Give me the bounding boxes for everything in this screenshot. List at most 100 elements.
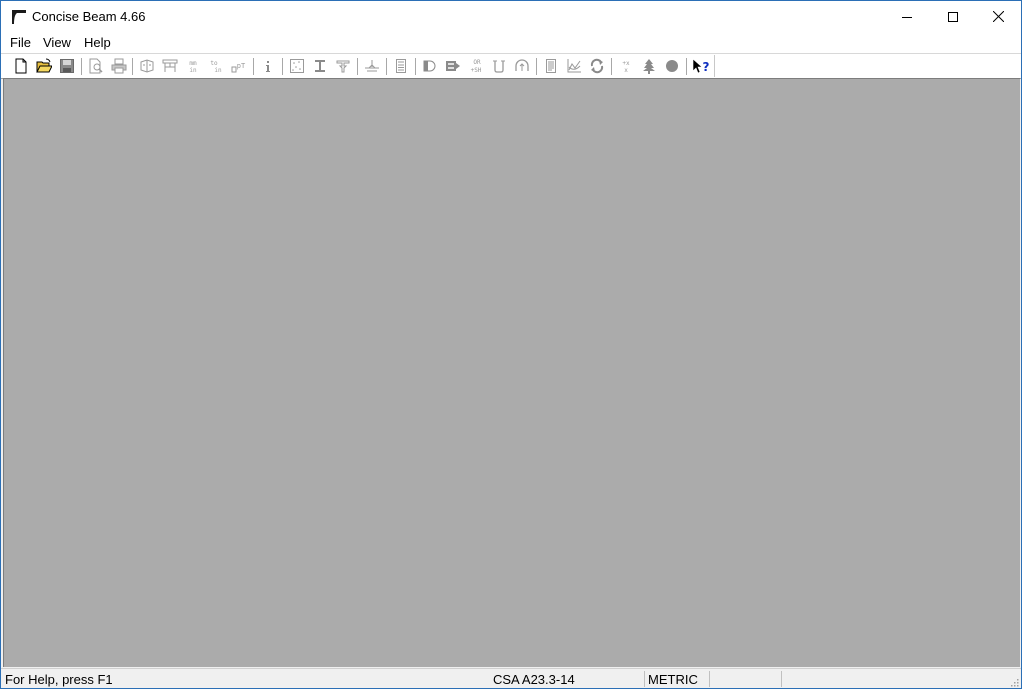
- graph-icon: [567, 59, 581, 73]
- cross-button[interactable]: +x x: [616, 56, 636, 76]
- maximize-button[interactable]: [930, 1, 976, 32]
- toolbar-separator: [611, 58, 612, 75]
- report-button[interactable]: [541, 56, 561, 76]
- menu-bar: File View Help: [1, 32, 1021, 53]
- svg-text:to: to: [210, 60, 218, 67]
- status-pane-5: [785, 671, 1005, 688]
- i-beam-button[interactable]: [310, 56, 330, 76]
- print-preview-icon: [89, 58, 103, 74]
- to-in-convert-button[interactable]: to in: [206, 56, 226, 76]
- graph-button[interactable]: [564, 56, 584, 76]
- text-size-icon: pT: [231, 62, 246, 73]
- open-folder-icon: [36, 58, 52, 73]
- app-window: Concise Beam 4.66 File View Help mm in t…: [0, 0, 1022, 689]
- context-help-button[interactable]: ?: [691, 56, 711, 76]
- save-disk-icon: [60, 59, 74, 73]
- or-sh-button[interactable]: OR +SH: [466, 56, 486, 76]
- refresh-icon: [590, 58, 604, 74]
- circle-button[interactable]: [662, 56, 682, 76]
- svg-text:in: in: [214, 67, 222, 74]
- help-question-mark: ?: [703, 60, 710, 74]
- cross-icon: +x x: [622, 60, 630, 74]
- maximize-icon: [948, 11, 958, 22]
- status-design-code: CSA A23.3-14: [493, 672, 575, 687]
- moment-icon: [423, 60, 436, 72]
- stirrup-button[interactable]: [489, 56, 509, 76]
- span-table-button[interactable]: [160, 56, 180, 76]
- refresh-button[interactable]: [587, 56, 607, 76]
- toolbar-separator: [282, 58, 283, 75]
- status-divider: [709, 671, 710, 687]
- svg-text:mm: mm: [189, 60, 197, 67]
- toolbar-separator: [132, 58, 133, 75]
- menu-file[interactable]: File: [9, 34, 32, 51]
- shear-button[interactable]: [443, 56, 463, 76]
- toolbar-separator: [357, 58, 358, 75]
- resize-grip-icon[interactable]: [1009, 677, 1019, 687]
- status-divider: [781, 671, 782, 687]
- context-help-icon: ?: [692, 58, 710, 74]
- to-in-convert-icon: to in: [210, 60, 222, 74]
- print-icon: [111, 58, 127, 74]
- svg-text:x: x: [624, 67, 628, 74]
- tree-icon: [643, 59, 655, 74]
- app-logo-icon: [12, 10, 26, 24]
- or-sh-icon: OR +SH: [471, 59, 482, 74]
- print-button[interactable]: [109, 56, 129, 76]
- menu-help[interactable]: Help: [83, 34, 112, 51]
- toolbar-separator: [253, 58, 254, 75]
- shear-icon: [446, 61, 460, 71]
- toolbar-separator: [415, 58, 416, 75]
- beam-geometry-icon: [140, 59, 154, 73]
- support-icon: [365, 60, 379, 72]
- minimize-icon: [902, 16, 912, 18]
- circle-icon: [666, 60, 678, 72]
- title-bar[interactable]: Concise Beam 4.66: [1, 1, 1021, 32]
- svg-text:pT: pT: [237, 62, 246, 70]
- status-units: METRIC: [648, 672, 698, 687]
- mm-in-units-button[interactable]: mm in: [183, 56, 203, 76]
- toolbar: mm in to in pT OR +SH +x x ?: [1, 53, 1021, 79]
- menu-view[interactable]: View: [42, 34, 72, 51]
- info-icon: [266, 61, 270, 72]
- status-help-text: For Help, press F1: [5, 672, 113, 687]
- status-bar: For Help, press F1 CSA A23.3-14 METRIC: [1, 668, 1021, 688]
- report-icon: [546, 59, 556, 73]
- stirrup-icon: [493, 60, 505, 73]
- t-beam-icon: [336, 60, 350, 73]
- print-preview-button[interactable]: [86, 56, 106, 76]
- minimize-button[interactable]: [884, 1, 930, 32]
- i-beam-icon: [315, 60, 325, 72]
- toolbar-separator: [686, 58, 687, 75]
- deflection-icon: [515, 59, 529, 71]
- mm-in-units-icon: mm in: [189, 60, 197, 74]
- toolbar-separator: [536, 58, 537, 75]
- toolbar-separator: [386, 58, 387, 75]
- calculator-button[interactable]: [391, 56, 411, 76]
- tree-button[interactable]: [639, 56, 659, 76]
- close-button[interactable]: [975, 1, 1021, 32]
- open-button[interactable]: [34, 56, 54, 76]
- span-table-icon: [162, 59, 178, 72]
- support-button[interactable]: [362, 56, 382, 76]
- status-divider: [644, 671, 645, 687]
- beam-geometry-button[interactable]: [137, 56, 157, 76]
- save-button[interactable]: [57, 56, 77, 76]
- moment-button[interactable]: [420, 56, 440, 76]
- svg-text:in: in: [189, 67, 197, 74]
- window-title: Concise Beam 4.66: [32, 9, 146, 24]
- section-button[interactable]: [287, 56, 307, 76]
- deflection-button[interactable]: [512, 56, 532, 76]
- text-size-button[interactable]: pT: [229, 56, 249, 76]
- t-beam-button[interactable]: [333, 56, 353, 76]
- svg-text:+SH: +SH: [471, 67, 482, 74]
- mdi-client-area[interactable]: [3, 78, 1020, 667]
- toolbar-separator: [81, 58, 82, 75]
- info-button[interactable]: [258, 56, 278, 76]
- new-document-icon: [15, 58, 27, 74]
- svg-text:OR: OR: [473, 59, 481, 66]
- svg-text:+x: +x: [622, 60, 630, 67]
- section-icon: [290, 59, 304, 73]
- new-button[interactable]: [11, 56, 31, 76]
- calculator-icon: [396, 59, 406, 73]
